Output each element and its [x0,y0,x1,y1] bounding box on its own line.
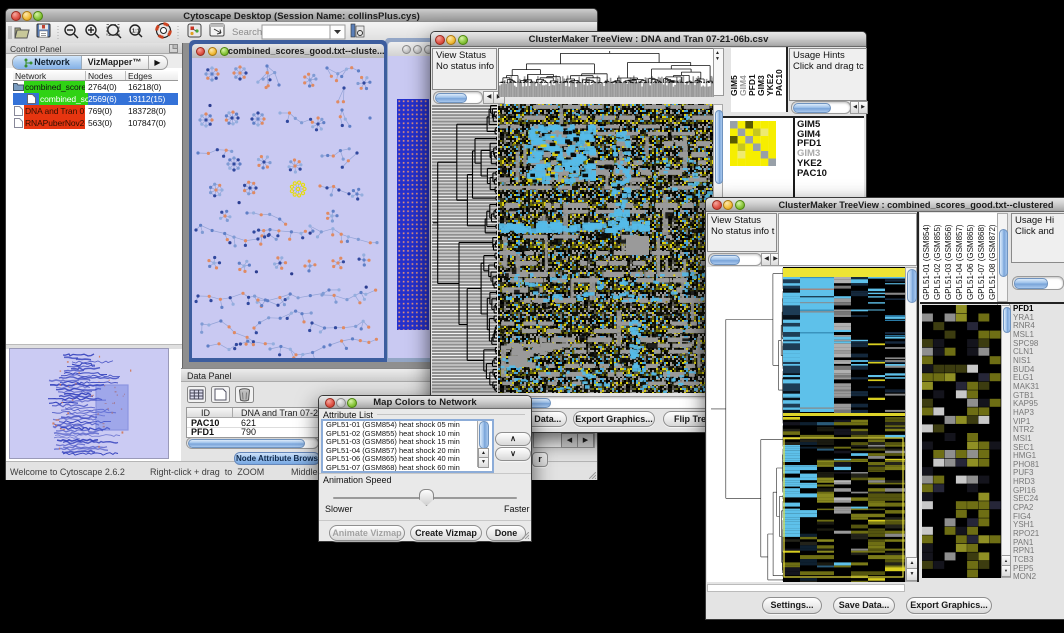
svg-text:1:1: 1:1 [132,29,140,35]
svg-text:Search:: Search: [232,27,265,38]
